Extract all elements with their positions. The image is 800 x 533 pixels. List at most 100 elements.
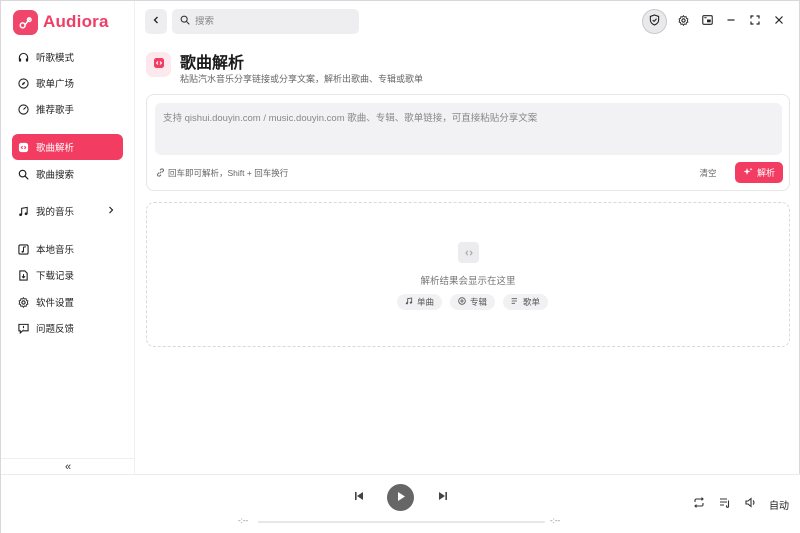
music-note-icon (18, 206, 29, 217)
sidebar-item-recommended-artists[interactable]: 推荐歌手 (12, 96, 123, 122)
sidebar-item-label: 我的音乐 (36, 207, 75, 218)
sidebar-item-listen-mode[interactable]: 听歌模式 (12, 44, 123, 70)
picture-in-picture-icon (701, 15, 713, 28)
minimize-icon (726, 15, 736, 28)
maximize-icon (750, 15, 760, 28)
page-title: 歌曲解析 (180, 55, 245, 72)
next-button[interactable] (435, 489, 451, 505)
disc-icon (18, 103, 29, 115)
parse-icon (18, 142, 29, 153)
previous-button[interactable] (351, 489, 367, 505)
shield-button[interactable] (642, 9, 667, 34)
compass-icon (18, 77, 29, 89)
window-toolbar (642, 9, 791, 34)
chevron-right-icon (107, 205, 115, 218)
search-input[interactable] (195, 16, 355, 27)
minimize-button[interactable] (719, 9, 743, 34)
maximize-button[interactable] (743, 9, 767, 34)
sparkle-icon (743, 167, 753, 179)
disc-icon (458, 297, 466, 307)
parse-icon (153, 57, 165, 72)
sidebar-item-label: 歌单广场 (36, 79, 75, 90)
skip-previous-icon (354, 491, 364, 504)
volume-button[interactable] (743, 496, 759, 512)
sidebar-item-song-parse[interactable]: 歌曲解析 (12, 134, 123, 160)
download-icon (18, 269, 29, 281)
app-name: Audiora (43, 12, 109, 31)
gear-icon (18, 296, 29, 308)
chip-single: 单曲 (397, 294, 443, 310)
search-icon (18, 169, 29, 180)
sidebar: Audiora 听歌模式 歌单广场 推荐歌手 歌曲解析 歌曲搜索 我的音乐 本地… (1, 1, 135, 474)
chip-label: 专辑 (470, 297, 488, 307)
gear-icon (678, 14, 689, 29)
sidebar-item-label: 歌曲解析 (36, 143, 75, 154)
repeat-button[interactable] (691, 496, 707, 512)
player-right-controls: 自动 (691, 496, 789, 512)
chip-label: 单曲 (417, 297, 435, 307)
sidebar-item-label: 本地音乐 (36, 245, 75, 256)
player-bar: -:-- -:-- 自动 (1, 474, 800, 533)
repeat-icon (693, 497, 705, 511)
sidebar-item-song-search[interactable]: 歌曲搜索 (12, 161, 123, 187)
search-icon (180, 15, 190, 28)
empty-state-text: 解析结果会显示在这里 (420, 276, 516, 287)
music-note-icon (405, 297, 413, 307)
close-button[interactable] (767, 9, 791, 34)
clear-button[interactable]: 清空 (691, 162, 725, 183)
parse-input-card: 回车即可解析，Shift + 回车换行 清空 解析 (146, 94, 790, 191)
chip-playlist: 歌单 (503, 294, 549, 310)
chevron-left-icon (152, 15, 160, 28)
double-chevron-left-icon: « (64, 460, 72, 473)
shield-check-icon (649, 14, 660, 29)
skip-next-icon (438, 491, 448, 504)
chip-album: 专辑 (450, 294, 496, 310)
code-file-icon (458, 242, 479, 263)
sidebar-item-label: 下载记录 (36, 271, 75, 282)
sidebar-item-label: 听歌模式 (36, 53, 75, 64)
sidebar-item-feedback[interactable]: 问题反馈 (12, 315, 123, 341)
collapse-sidebar-button[interactable]: « (1, 458, 135, 474)
sidebar-item-label: 问题反馈 (36, 324, 75, 335)
mini-player-button[interactable] (695, 9, 719, 34)
progress-bar[interactable] (258, 521, 545, 523)
local-music-icon (18, 243, 29, 255)
playlist-icon (511, 297, 519, 307)
playback-mode-label[interactable]: 自动 (769, 497, 789, 512)
current-time: -:-- (238, 516, 249, 525)
volume-icon (745, 497, 757, 511)
input-hint: 回车即可解析，Shift + 回车换行 (156, 167, 288, 179)
chip-label: 歌单 (523, 297, 541, 307)
result-area: 解析结果会显示在这里 单曲 专辑 歌单 (146, 202, 790, 347)
playlist-queue-button[interactable] (717, 496, 733, 512)
parse-button[interactable]: 解析 (735, 162, 783, 183)
queue-icon (719, 497, 731, 511)
sidebar-item-label: 歌曲搜索 (36, 170, 75, 181)
sidebar-item-label: 推荐歌手 (36, 105, 75, 116)
page-subtitle: 粘贴汽水音乐分享链接或分享文案，解析出歌曲、专辑或歌单 (180, 74, 424, 84)
sidebar-item-download-history[interactable]: 下载记录 (12, 262, 123, 288)
page-icon (146, 52, 171, 77)
headphones-icon (18, 52, 29, 63)
play-button[interactable] (387, 484, 414, 511)
sidebar-item-playlist-square[interactable]: 歌单广场 (12, 70, 123, 96)
sidebar-item-label: 软件设置 (36, 298, 75, 309)
app-logo-icon (13, 9, 38, 35)
total-time: -:-- (550, 516, 561, 525)
hint-text: 回车即可解析，Shift + 回车换行 (168, 168, 289, 178)
feedback-icon (18, 323, 29, 334)
link-input[interactable] (155, 103, 782, 155)
settings-button[interactable] (671, 9, 695, 34)
link-icon (156, 167, 165, 179)
play-icon (396, 491, 406, 505)
close-icon (774, 15, 784, 28)
sidebar-item-local-music[interactable]: 本地音乐 (12, 236, 123, 262)
app-window: Audiora 听歌模式 歌单广场 推荐歌手 歌曲解析 歌曲搜索 我的音乐 本地… (0, 0, 800, 533)
result-type-chips: 单曲 专辑 歌单 (397, 294, 549, 310)
parse-button-label: 解析 (756, 168, 775, 178)
sidebar-item-settings[interactable]: 软件设置 (12, 289, 123, 315)
search-box[interactable] (172, 9, 359, 34)
sidebar-item-my-music[interactable]: 我的音乐 (12, 198, 123, 224)
brand: Audiora (13, 9, 109, 35)
back-button[interactable] (145, 9, 167, 34)
